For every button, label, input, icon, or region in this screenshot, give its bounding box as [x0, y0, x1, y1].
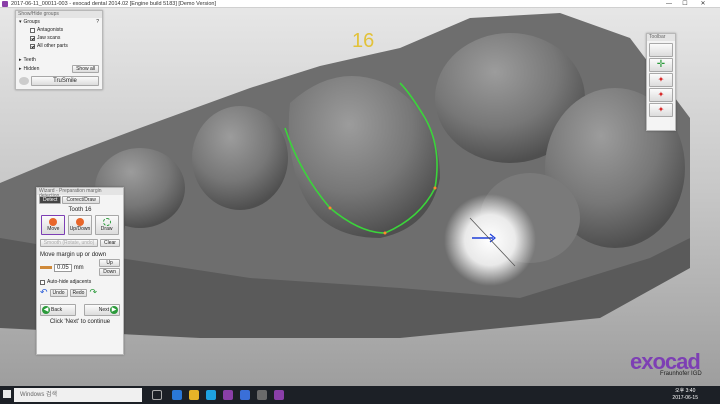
window-titlebar: 2017-06-11_00011-003 - exocad dental 201…: [0, 0, 720, 8]
checkbox[interactable]: [40, 279, 45, 285]
minimize-button[interactable]: —: [662, 0, 676, 8]
file-explorer-icon[interactable]: [189, 390, 199, 400]
hidden-section[interactable]: ▸ Hidden Show all: [16, 64, 102, 74]
trusmile-row[interactable]: TruSmile: [16, 75, 102, 87]
view-side-icon[interactable]: ✦: [649, 88, 673, 102]
back-arrow-icon: ◀: [42, 306, 50, 314]
toolbar-header: Toolbar: [647, 34, 675, 41]
checkbox[interactable]: [30, 35, 35, 41]
toolbar-panel: Toolbar ✛ ✦ ✦ ✦: [646, 33, 676, 131]
group-item-antagonists[interactable]: Antagonists: [16, 26, 102, 34]
tooth: [192, 106, 288, 210]
smooth-button[interactable]: Smooth (Rotate, undo): [40, 239, 98, 247]
next-arrow-icon: ▶: [110, 306, 118, 314]
app-icon[interactable]: [274, 390, 284, 400]
show-hide-groups-panel: Show/Hide groups ▾ Groups? Antagonists Ja…: [15, 10, 103, 90]
taskbar-clock[interactable]: 오후 3:40 2017-06-15: [672, 388, 698, 402]
move-icon: [49, 218, 58, 226]
next-button[interactable]: Next ▶: [84, 304, 120, 316]
trusmile-icon: [19, 77, 29, 85]
taskbar-search[interactable]: Windows 검색: [14, 388, 142, 402]
ie-icon[interactable]: [240, 390, 250, 400]
fraunhofer-label: Fraunhofer IGD: [660, 371, 702, 377]
cursor-highlight: [444, 194, 536, 286]
unit-label: mm: [73, 264, 84, 271]
view-top-icon[interactable]: [649, 43, 673, 57]
exocad-taskbar-icon[interactable]: [223, 390, 233, 400]
checkbox[interactable]: [30, 43, 35, 49]
wizard-panel: Wizard - Preparation margin detection De…: [36, 187, 124, 355]
windows-taskbar: Windows 검색 오후 3:40 2017-06-15: [0, 386, 720, 404]
undo-icon[interactable]: ↶: [40, 287, 48, 298]
view-back-icon[interactable]: ✦: [649, 103, 673, 117]
move-tool-button[interactable]: Move: [41, 215, 66, 235]
draw-icon: [102, 218, 111, 226]
tab-correct-draw[interactable]: Correct/Draw: [62, 196, 100, 204]
redo-icon[interactable]: ↷: [89, 287, 97, 298]
tab-detect[interactable]: Detect: [39, 196, 62, 204]
teeth-section[interactable]: ▸ Teeth: [16, 56, 102, 64]
close-button[interactable]: ✕: [696, 0, 710, 8]
view-front-icon[interactable]: ✦: [649, 73, 673, 87]
down-button[interactable]: Down: [99, 268, 120, 276]
app-icon[interactable]: [257, 390, 267, 400]
maximize-button[interactable]: ☐: [678, 0, 692, 8]
move-margin-label: Move margin up or down: [40, 252, 107, 258]
checkbox[interactable]: [30, 27, 35, 33]
clear-button[interactable]: Clear: [100, 239, 120, 247]
groups-section[interactable]: ▾ Groups?: [16, 18, 102, 26]
group-item-all-other-parts[interactable]: All other parts: [16, 42, 102, 50]
redo-button[interactable]: Redo: [69, 288, 88, 297]
wizard-header: Wizard - Preparation margin detection: [37, 188, 123, 199]
updown-tool-button[interactable]: Up/Down: [67, 215, 92, 235]
draw-tool-button[interactable]: Draw: [94, 215, 119, 235]
up-button[interactable]: Up: [99, 259, 120, 267]
show-all-button[interactable]: Show all: [72, 65, 99, 73]
view-arrows-icon[interactable]: ✛: [649, 58, 673, 72]
window-title: 2017-06-11_00011-003 - exocad dental 201…: [11, 0, 216, 7]
tooth-number-label: 16: [352, 30, 375, 52]
updown-icon: [75, 218, 84, 226]
margin-value-input[interactable]: 0.05: [54, 263, 72, 272]
windows-start-icon[interactable]: [3, 390, 11, 398]
edge-icon[interactable]: [172, 390, 182, 400]
help-button[interactable]: ?: [96, 19, 99, 25]
panel-header: Show/Hide groups: [16, 11, 102, 18]
task-view-icon[interactable]: [152, 390, 162, 400]
exocad-app-icon: [2, 0, 8, 7]
store-icon[interactable]: [206, 390, 216, 400]
tooth-label: Tooth 16: [68, 207, 92, 213]
slider-icon[interactable]: [40, 266, 52, 269]
back-button[interactable]: ◀ Back: [40, 304, 76, 316]
trusmile-button[interactable]: TruSmile: [31, 76, 99, 86]
hint-text: Click 'Next' to continue: [49, 319, 111, 325]
undo-button[interactable]: Undo: [49, 288, 68, 297]
auto-hide-adjacents[interactable]: Auto-hide adjacents: [37, 278, 123, 286]
group-item-jaw-scans[interactable]: Jaw scans: [16, 34, 102, 42]
